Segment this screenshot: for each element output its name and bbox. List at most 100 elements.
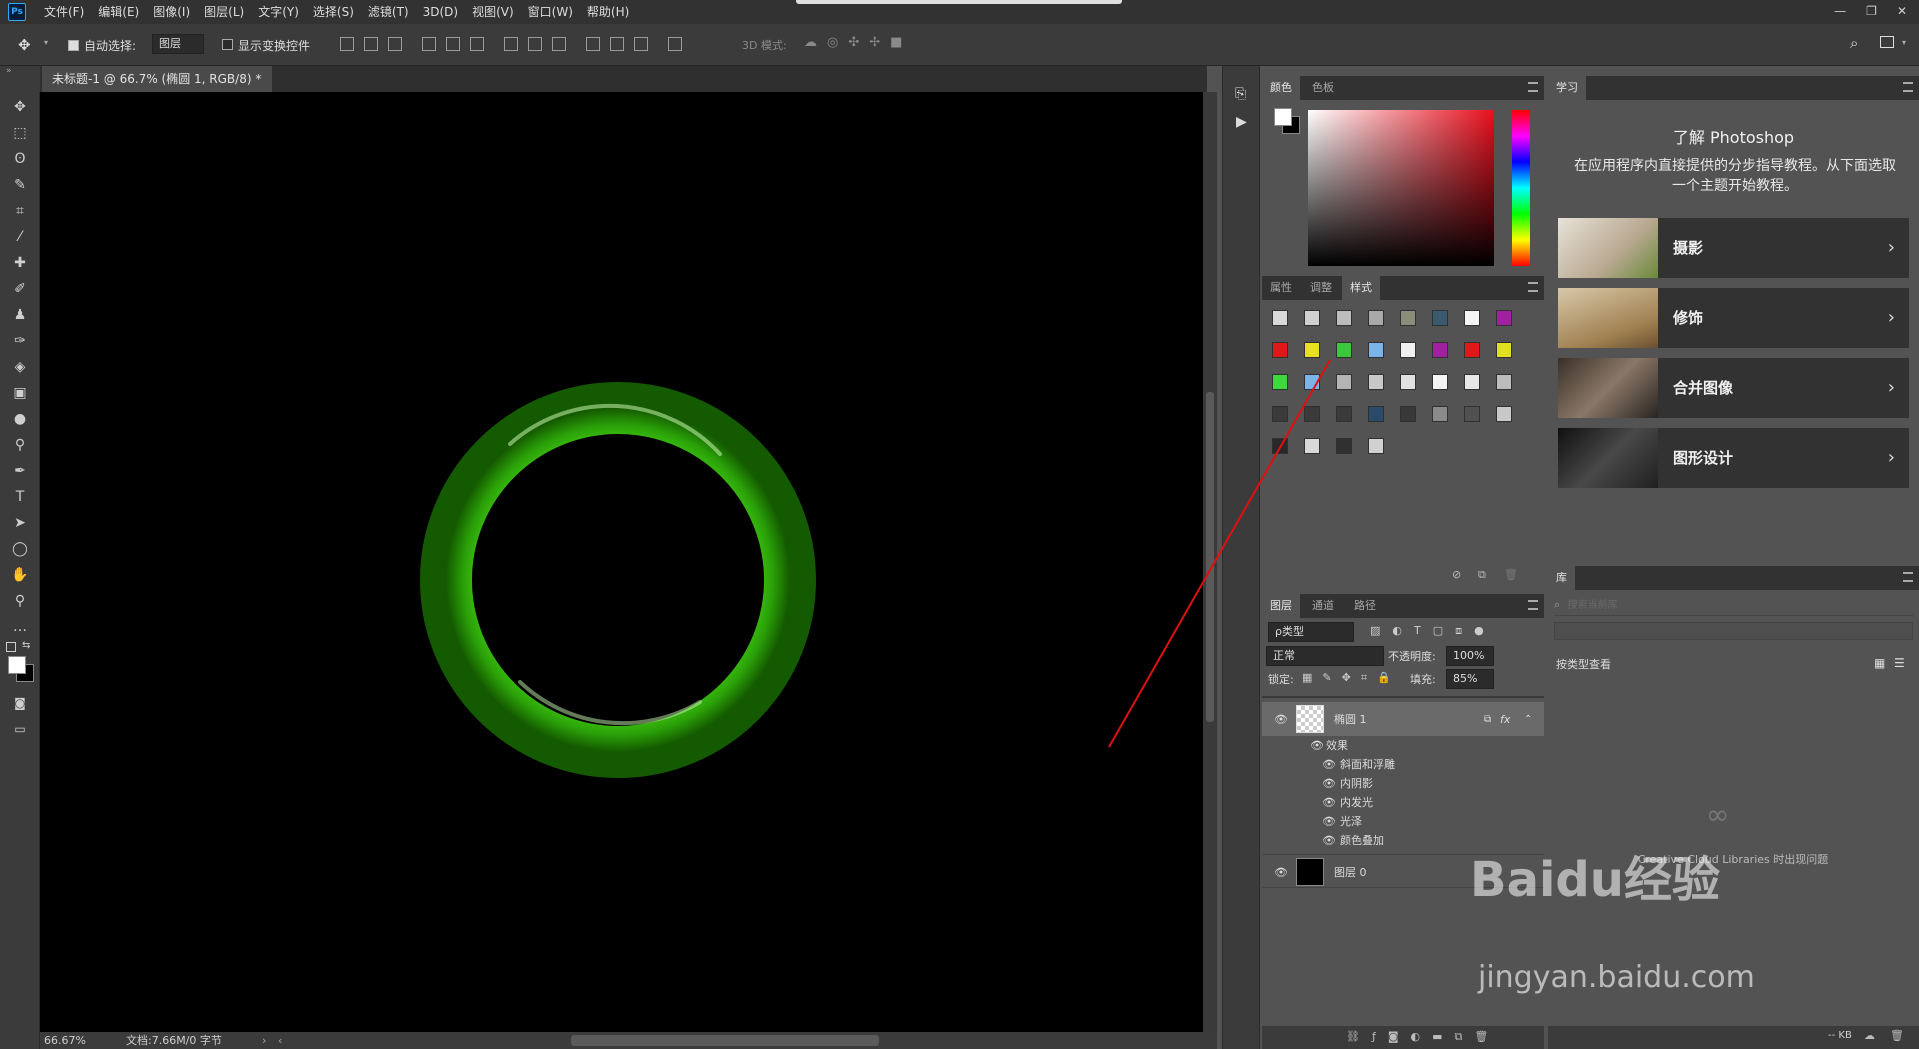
ellipse-tool-icon[interactable]: ◯ (8, 538, 32, 560)
history-brush-icon[interactable]: ✑ (8, 330, 32, 352)
document-canvas[interactable] (40, 92, 1203, 1032)
library-search-field[interactable]: ⌕ 搜索当前库 (1554, 596, 1913, 616)
style-swatch[interactable] (1336, 342, 1352, 358)
3d-pan-icon[interactable]: ✣ (848, 35, 859, 50)
new-style-icon[interactable]: ⧉ (1478, 568, 1486, 582)
marquee-tool-icon[interactable]: ⬚ (8, 122, 32, 144)
panel-menu-icon[interactable] (1528, 282, 1538, 292)
color-field[interactable] (1308, 110, 1494, 266)
align-left-icon[interactable] (422, 37, 436, 51)
auto-select-dropdown[interactable]: 图层 (152, 34, 204, 54)
align-hcenter-icon[interactable] (446, 37, 460, 51)
layer-name[interactable]: 椭圆 1 (1334, 710, 1367, 729)
style-swatch[interactable] (1400, 406, 1416, 422)
tab-channels[interactable]: 通道 (1304, 594, 1342, 618)
move-tool-icon[interactable]: ✥ (8, 96, 32, 118)
screen-mode-icon[interactable]: ▭ (8, 718, 32, 740)
effects-eye-icon[interactable]: 👁 (1310, 736, 1324, 755)
auto-select-checkbox[interactable] (68, 38, 79, 51)
menu-edit[interactable]: 编辑(E) (98, 0, 139, 24)
style-swatch[interactable] (1400, 342, 1416, 358)
sync-icon[interactable]: ☁ (1864, 1029, 1875, 1042)
style-swatch[interactable] (1272, 310, 1288, 326)
learn-card-combine[interactable]: 合并图像 › (1558, 358, 1909, 418)
align-vcenter-icon[interactable] (364, 37, 378, 51)
tab-library[interactable]: 库 (1548, 566, 1575, 590)
zoom-level[interactable]: 66.67% (44, 1032, 86, 1049)
style-swatch[interactable] (1496, 374, 1512, 390)
quick-mask-icon[interactable]: ◙ (8, 692, 32, 714)
tab-adjustments[interactable]: 调整 (1302, 276, 1340, 300)
pen-tool-icon[interactable]: ✒ (8, 460, 32, 482)
crop-tool-icon[interactable]: ⌗ (8, 200, 32, 222)
show-transform-checkbox[interactable] (222, 37, 233, 50)
effect-row[interactable]: 👁 内阴影 (1262, 774, 1544, 793)
fill-input[interactable]: 85% (1446, 669, 1494, 689)
menu-select[interactable]: 选择(S) (313, 0, 354, 24)
style-swatch[interactable] (1272, 438, 1288, 454)
more-tools-icon[interactable]: … (8, 616, 32, 638)
3d-scale-icon[interactable]: ■ (890, 35, 902, 50)
stamp-tool-icon[interactable]: ♟ (8, 304, 32, 326)
menu-3d[interactable]: 3D(D) (423, 0, 458, 24)
brush-tool-icon[interactable]: ✐ (8, 278, 32, 300)
effect-eye-icon[interactable]: 👁 (1322, 793, 1336, 812)
new-adjustment-icon[interactable]: ◐ (1411, 1030, 1421, 1044)
layer-name[interactable]: 图层 0 (1334, 863, 1367, 882)
style-swatch[interactable] (1272, 406, 1288, 422)
menu-layer[interactable]: 图层(L) (204, 0, 244, 24)
filter-pixel-icon[interactable]: ▨ (1370, 624, 1380, 638)
panel-menu-icon[interactable] (1528, 82, 1538, 92)
panel-menu-icon[interactable] (1903, 572, 1913, 582)
blend-mode-dropdown[interactable]: 正常 (1266, 646, 1384, 666)
tab-paths[interactable]: 路径 (1346, 594, 1384, 618)
lasso-tool-icon[interactable]: ʘ (8, 148, 32, 170)
filter-type-icon[interactable]: T (1414, 624, 1421, 638)
style-swatch[interactable] (1368, 342, 1384, 358)
style-swatch[interactable] (1400, 374, 1416, 390)
style-swatch[interactable] (1336, 310, 1352, 326)
menu-view[interactable]: 视图(V) (472, 0, 514, 24)
style-swatch[interactable] (1464, 310, 1480, 326)
tab-learn[interactable]: 学习 (1548, 76, 1586, 100)
filter-toggle-icon[interactable]: ● (1474, 624, 1484, 638)
filter-smart-icon[interactable]: ⧈ (1455, 624, 1462, 638)
layer-filter-dropdown[interactable]: ρ类型 (1268, 622, 1354, 642)
style-swatch[interactable] (1368, 438, 1384, 454)
panel-menu-icon[interactable] (1903, 82, 1913, 92)
style-swatch[interactable] (1400, 310, 1416, 326)
lock-all-icon[interactable]: 🔒 (1377, 671, 1391, 685)
workspace-icon[interactable] (1880, 36, 1894, 48)
style-swatch[interactable] (1496, 342, 1512, 358)
style-swatch[interactable] (1304, 406, 1320, 422)
menu-type[interactable]: 文字(Y) (258, 0, 299, 24)
foreground-color-swatch[interactable] (8, 656, 26, 674)
lock-position-icon[interactable]: ✥ (1342, 671, 1351, 685)
new-layer-icon[interactable]: ⧉ (1455, 1030, 1463, 1044)
healing-brush-icon[interactable]: ✚ (8, 252, 32, 274)
add-style-icon[interactable]: ƒ (1372, 1030, 1376, 1044)
distribute-top-icon[interactable] (504, 37, 518, 51)
learn-card-retouch[interactable]: 修饰 › (1558, 288, 1909, 348)
scroll-left-icon[interactable]: ‹ (278, 1032, 282, 1049)
style-swatch[interactable] (1432, 374, 1448, 390)
style-swatch[interactable] (1368, 374, 1384, 390)
type-tool-icon[interactable]: T (8, 486, 32, 508)
close-button[interactable]: ✕ (1897, 0, 1907, 24)
distribute-bottom-icon[interactable] (552, 37, 566, 51)
effect-row[interactable]: 👁 斜面和浮雕 (1262, 755, 1544, 774)
path-select-icon[interactable]: ➤ (8, 512, 32, 534)
canvas-horizontal-scrollbar[interactable] (571, 1035, 879, 1046)
effect-eye-icon[interactable]: 👁 (1322, 774, 1336, 793)
style-swatch[interactable] (1336, 406, 1352, 422)
delete-icon[interactable]: 🗑 (1890, 1029, 1904, 1042)
foreground-color-chip[interactable] (1274, 108, 1292, 126)
filter-shape-icon[interactable]: ▢ (1433, 624, 1443, 638)
tab-layers[interactable]: 图层 (1262, 594, 1300, 618)
delete-style-icon[interactable]: 🗑 (1504, 568, 1518, 581)
search-icon[interactable]: ⌕ (1850, 34, 1858, 52)
hand-tool-icon[interactable]: ✋ (8, 564, 32, 586)
grid-view-icon[interactable]: ▦ (1874, 656, 1885, 670)
style-swatch[interactable] (1368, 310, 1384, 326)
delete-layer-icon[interactable]: 🗑 (1474, 1030, 1488, 1044)
